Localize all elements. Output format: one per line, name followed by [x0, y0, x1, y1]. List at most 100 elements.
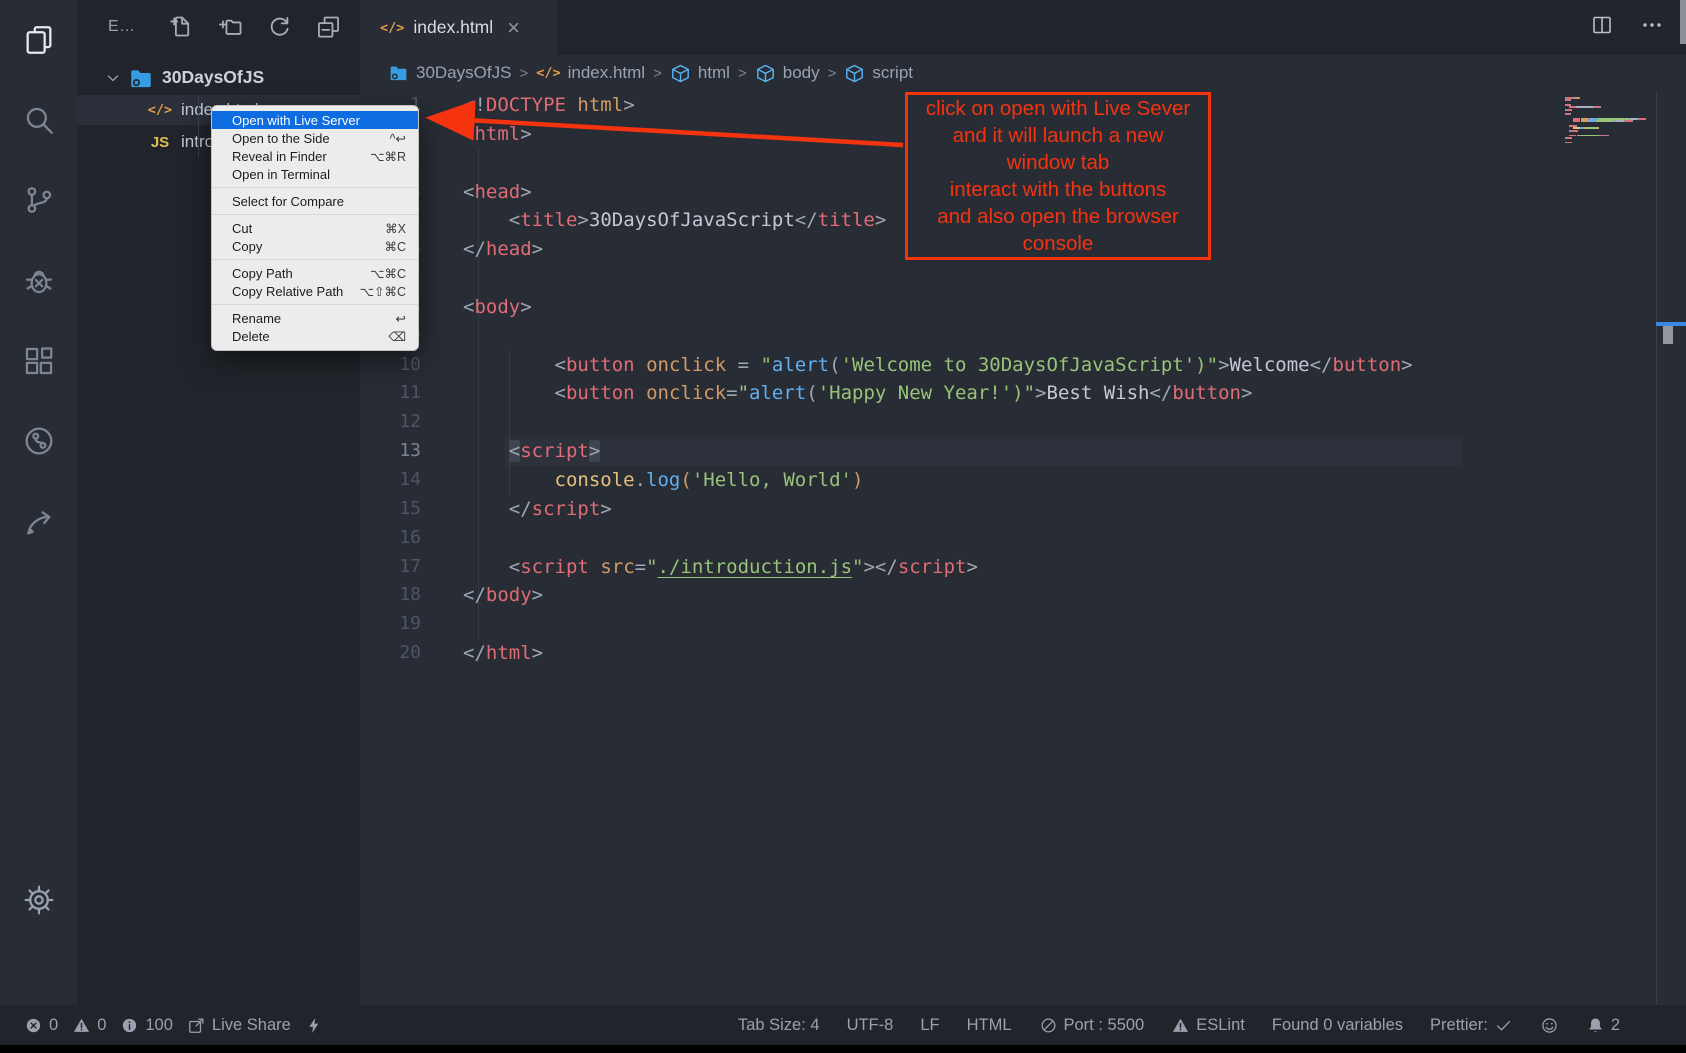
status-language-mode[interactable]: HTML — [967, 1016, 1012, 1035]
line-number: 16 — [360, 524, 421, 553]
settings-gear-icon[interactable] — [0, 872, 77, 928]
menu-item-rename[interactable]: Rename↩ — [212, 309, 418, 327]
code-line: console.log('Hello, World') — [463, 466, 1413, 495]
new-file-icon[interactable] — [168, 13, 195, 45]
line-number: 15 — [360, 495, 421, 524]
new-folder-icon[interactable] — [217, 13, 244, 45]
status-problems-info[interactable]: 100 — [120, 1016, 173, 1035]
line-number: 10 — [360, 351, 421, 380]
lightning-icon — [305, 1016, 324, 1035]
collapse-folders-icon[interactable] — [315, 13, 342, 45]
line-number: 12 — [360, 408, 421, 437]
status-prettier[interactable]: Prettier: — [1430, 1016, 1513, 1035]
code-line — [463, 524, 1413, 553]
status-tab-size[interactable]: Tab Size: 4 — [738, 1016, 820, 1035]
code-line: </body> — [463, 581, 1413, 610]
code-line — [463, 322, 1413, 351]
minimap[interactable] — [1565, 97, 1653, 144]
menu-item-open-in-terminal[interactable]: Open in Terminal — [212, 165, 418, 183]
line-number: 11 — [360, 379, 421, 408]
publish-icon[interactable] — [0, 494, 77, 550]
menu-item-copy[interactable]: Copy⌘C — [212, 237, 418, 255]
menu-item-delete[interactable]: Delete⌫ — [212, 327, 418, 345]
warning-triangle-icon — [72, 1016, 91, 1035]
menu-separator — [212, 259, 418, 260]
menu-item-open-with-live-server[interactable]: Open with Live Server — [212, 111, 418, 129]
menu-item-cut[interactable]: Cut⌘X — [212, 219, 418, 237]
source-control-icon[interactable] — [0, 172, 77, 228]
status-label: 0 — [97, 1016, 106, 1035]
breadcrumb-index-html[interactable]: </>index.html — [536, 63, 645, 83]
vscode-window: E… 30DaysOfJS </> index.html JS introduc… — [0, 0, 1686, 1053]
status-eslint[interactable]: ESLint — [1171, 1016, 1245, 1035]
breadcrumb-label: html — [698, 63, 730, 83]
html-code-icon: </> — [536, 65, 560, 81]
status-problems-warnings[interactable]: 0 — [72, 1016, 106, 1035]
info-circle-icon — [120, 1016, 139, 1035]
status-label: 2 — [1611, 1016, 1620, 1035]
status-label: 0 — [49, 1016, 58, 1035]
breadcrumb-body[interactable]: body — [755, 63, 820, 84]
tab-index-html[interactable]: </> index.html × — [360, 0, 557, 55]
explorer-icon[interactable] — [0, 12, 77, 68]
annotation-text-line: window tab — [908, 149, 1208, 176]
breadcrumb-30daysofjs[interactable]: 30DaysOfJS — [388, 63, 511, 84]
live-share-icon[interactable] — [0, 413, 77, 469]
menu-separator — [212, 187, 418, 188]
status-problems-errors[interactable]: 0 — [24, 1016, 58, 1035]
html-file-icon: </> — [145, 102, 175, 118]
scrollbar-thumb[interactable] — [1663, 326, 1673, 344]
tree-root-folder[interactable]: 30DaysOfJS — [77, 60, 360, 95]
code-line — [463, 264, 1413, 293]
tab-bar: </> index.html × — [360, 0, 1686, 55]
annotation-box: click on open with Live Severand it will… — [905, 92, 1211, 260]
menu-item-reveal-in-finder[interactable]: Reveal in Finder⌥⌘R — [212, 147, 418, 165]
status-encoding[interactable]: UTF-8 — [847, 1016, 894, 1035]
status-label: HTML — [967, 1016, 1012, 1035]
context-menu: Open with Live ServerOpen to the Side^↩R… — [211, 105, 419, 351]
html-file-icon: </> — [380, 20, 404, 36]
live-share-icon — [187, 1016, 206, 1035]
annotation-text-line: and also open the browser — [908, 203, 1208, 230]
menu-item-copy-path[interactable]: Copy Path⌥⌘C — [212, 264, 418, 282]
root-folder-label: 30DaysOfJS — [162, 67, 264, 88]
explorer-header: E… — [77, 0, 360, 55]
code-line: <script src="./introduction.js"></script… — [463, 553, 1413, 582]
code-line: </html> — [463, 639, 1413, 668]
breadcrumb-label: script — [872, 63, 913, 83]
extensions-icon[interactable] — [0, 333, 77, 389]
run-debug-icon[interactable] — [0, 253, 77, 309]
status-label: LF — [920, 1016, 939, 1035]
status-live-server-port[interactable]: Port : 5500 — [1039, 1016, 1145, 1035]
search-icon[interactable] — [0, 92, 77, 148]
code-line — [463, 408, 1413, 437]
line-number: 13 — [360, 437, 421, 466]
tab-close-icon[interactable]: × — [507, 19, 520, 37]
status-eol[interactable]: LF — [920, 1016, 939, 1035]
status-lightning[interactable] — [305, 1016, 324, 1035]
menu-item-copy-relative-path[interactable]: Copy Relative Path⌥⇧⌘C — [212, 282, 418, 300]
status-live-share[interactable]: Live Share — [187, 1016, 291, 1035]
more-actions-icon[interactable] — [1640, 13, 1664, 42]
menu-item-select-for-compare[interactable]: Select for Compare — [212, 192, 418, 210]
line-number: 18 — [360, 581, 421, 610]
code-line: </script> — [463, 495, 1413, 524]
status-label: UTF-8 — [847, 1016, 894, 1035]
split-editor-icon[interactable] — [1590, 13, 1614, 42]
breadcrumbs: 30DaysOfJS></>index.html>html>body>scrip… — [360, 55, 1686, 91]
status-found-variables[interactable]: Found 0 variables — [1272, 1016, 1403, 1035]
code-line: <script> — [463, 437, 1413, 466]
status-notifications-bell[interactable]: 2 — [1586, 1016, 1620, 1035]
refresh-explorer-icon[interactable] — [266, 13, 293, 45]
menu-item-open-to-the-side[interactable]: Open to the Side^↩ — [212, 129, 418, 147]
tree-indent-guide — [198, 95, 199, 157]
status-feedback-smiley[interactable] — [1540, 1016, 1559, 1035]
folder-icon — [388, 63, 409, 84]
js-file-icon: JS — [145, 134, 175, 151]
status-label: Tab Size: 4 — [738, 1016, 820, 1035]
folder-icon — [128, 66, 154, 90]
annotation-text-line: and it will launch a new — [908, 122, 1208, 149]
breadcrumb-script[interactable]: script — [844, 63, 913, 84]
check-icon — [1494, 1016, 1513, 1035]
breadcrumb-html[interactable]: html — [670, 63, 730, 84]
